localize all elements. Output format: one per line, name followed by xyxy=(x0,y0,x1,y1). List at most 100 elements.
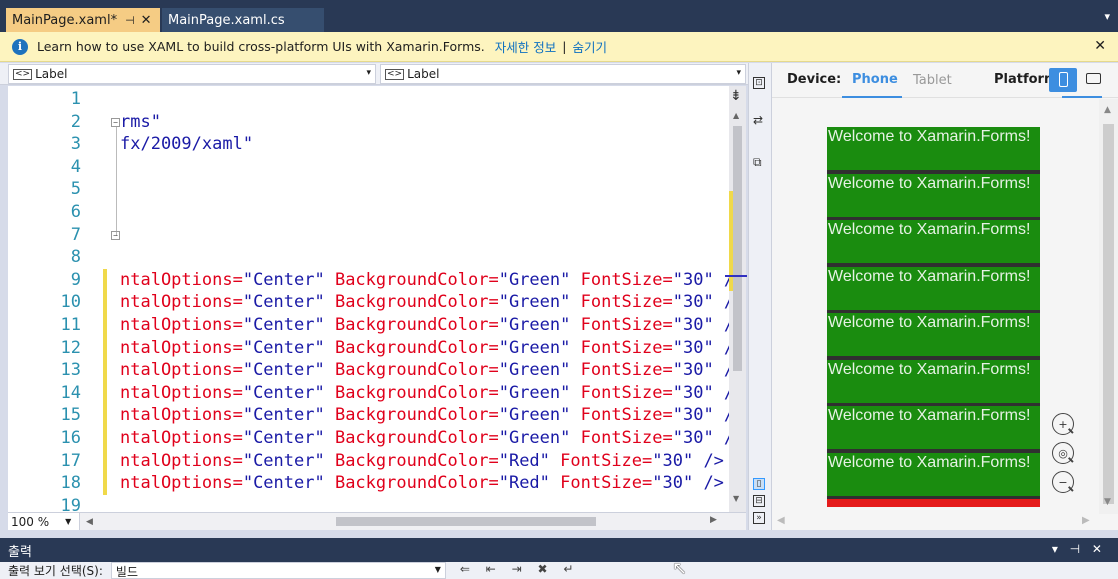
code-line[interactable]: 1 xyxy=(8,88,729,111)
pin-icon[interactable]: ⊣ xyxy=(125,14,135,27)
xaml-attribute: ntalOptions= xyxy=(120,428,243,448)
close-icon[interactable]: ✕ xyxy=(1094,38,1106,54)
chevron-down-icon: ▾ xyxy=(366,68,371,78)
learn-more-link[interactable]: 자세한 정보 xyxy=(495,37,556,56)
xaml-value: "30" /> xyxy=(652,473,724,494)
xaml-attribute: BackgroundColor= xyxy=(334,360,499,381)
close-icon[interactable]: ✕ xyxy=(141,13,152,28)
xaml-attribute: BackgroundColor= xyxy=(334,428,499,448)
scroll-right-icon[interactable]: ▶ xyxy=(1082,515,1090,526)
code-text: ntalOptions="Center" BackgroundColor="Re… xyxy=(120,450,724,473)
code-line[interactable]: 6 xyxy=(8,201,729,224)
code-line[interactable]: 8 xyxy=(8,246,729,269)
device-tab-phone[interactable]: Phone xyxy=(852,72,898,87)
xaml-attribute: FontSize= xyxy=(560,473,653,494)
vertical-split-icon[interactable]: ▯ xyxy=(753,478,765,490)
scroll-down-icon[interactable]: ▼ xyxy=(733,494,739,503)
code-editor[interactable]: 1 2− rms" 3 fx/2009/xaml" 4 5 6 7−8 9 ntalOptions=… xyxy=(8,86,729,512)
code-line[interactable]: 3 fx/2009/xaml" xyxy=(8,133,729,156)
code-line[interactable]: 7− xyxy=(8,224,729,247)
device-tab-tablet[interactable]: Tablet xyxy=(913,73,952,88)
preview-label: Welcome to Xamarin.Forms! xyxy=(827,127,1040,171)
xaml-value: "30" /> xyxy=(652,450,724,471)
android-platform-button[interactable] xyxy=(1049,68,1077,92)
line-number: 12 xyxy=(60,337,81,358)
scrollbar-thumb[interactable] xyxy=(1103,124,1114,504)
output-source-dropdown[interactable]: 빌드 ▼ xyxy=(110,562,446,579)
device-label: Device: xyxy=(787,72,842,87)
code-line[interactable]: 4 xyxy=(8,156,729,179)
phone-tab-underline xyxy=(842,96,902,98)
output-toolbar: 출력 보기 선택(S): 빌드 ▼ ⇐ ⇤ ⇥ ✖ ↵ xyxy=(0,562,1118,579)
xaml-attribute: FontSize= xyxy=(580,269,673,290)
line-number: 11 xyxy=(60,315,81,335)
code-line[interactable]: 10 ntalOptions="Center" BackgroundColor="… xyxy=(8,291,729,314)
scroll-right-icon[interactable]: ▶ xyxy=(710,515,717,525)
xaml-attribute: ntalOptions= xyxy=(120,315,243,335)
xaml-value: "Center" xyxy=(242,337,335,358)
code-line[interactable]: 9 ntalOptions="Center" BackgroundColor="G… xyxy=(8,268,729,292)
chevron-down-icon: ▾ xyxy=(736,68,741,78)
ios-platform-icon[interactable] xyxy=(1086,73,1101,84)
xaml-attribute: ntalOptions= xyxy=(120,382,243,403)
scroll-left-icon[interactable]: ◀ xyxy=(777,515,785,526)
design-view-icon[interactable]: ⊡ xyxy=(753,77,765,89)
xaml-attribute: FontSize= xyxy=(580,292,673,313)
phone-icon xyxy=(1059,72,1068,87)
line-number: 7 xyxy=(70,224,81,245)
code-line[interactable]: 5 xyxy=(8,178,729,201)
collapse-pane-icon[interactable]: ⧉ xyxy=(753,155,762,170)
chevron-down-icon: ▼ xyxy=(434,565,441,574)
code-line[interactable]: 2 − rms" xyxy=(8,111,729,134)
editor-vertical-scrollbar[interactable]: ⇟ ▲ ▼ xyxy=(725,86,747,512)
type-scope-dropdown[interactable]: <> Label ▾ xyxy=(8,64,376,84)
tab-mainpage-xaml[interactable]: MainPage.xaml* ⊣ ✕ xyxy=(6,8,160,32)
xaml-value: "Green" xyxy=(498,382,581,403)
line-number: 8 xyxy=(70,247,81,268)
expand-pane-icon[interactable]: » xyxy=(753,512,765,524)
zoom-out-icon[interactable]: − xyxy=(1052,471,1074,493)
code-line[interactable]: 13 ntalOptions="Center" BackgroundColor="… xyxy=(8,359,729,382)
zoom-in-icon[interactable]: + xyxy=(1052,413,1074,435)
output-tool-icons[interactable]: ⇐ ⇤ ⇥ ✖ ↵ xyxy=(460,562,580,576)
line-number: 1 xyxy=(70,89,81,109)
member-scope-dropdown[interactable]: <> Label ▾ xyxy=(380,64,746,84)
previewer-horizontal-scrollbar[interactable]: ◀ ▶ xyxy=(772,514,1099,530)
code-line[interactable]: 17 ntalOptions="Center" BackgroundColor="… xyxy=(8,449,729,473)
scrollbar-thumb[interactable] xyxy=(733,126,742,371)
code-line[interactable]: 15 ntalOptions="Center" BackgroundColor="… xyxy=(8,404,729,427)
code-line[interactable]: 19 xyxy=(8,495,729,512)
change-indicator xyxy=(103,336,107,360)
scroll-down-icon[interactable]: ▼ xyxy=(1104,497,1111,507)
line-number: 19 xyxy=(60,495,81,512)
previewer-vertical-scrollbar[interactable]: ▲ ▼ xyxy=(1099,99,1118,514)
info-icon: i xyxy=(12,38,28,55)
tab-list-dropdown-icon[interactable]: ▾ xyxy=(1104,10,1110,23)
code-line[interactable]: 16 ntalOptions="Center" BackgroundColor="… xyxy=(8,427,729,450)
scroll-left-icon[interactable]: ◀ xyxy=(86,517,93,527)
fold-toggle-icon[interactable]: − xyxy=(111,230,120,240)
code-line[interactable]: 12 ntalOptions="Center" BackgroundColor="… xyxy=(8,336,729,360)
panel-controls[interactable]: ▾ ⊣ ✕ xyxy=(1052,542,1106,556)
preview-label: Welcome to Xamarin.Forms! xyxy=(827,173,1040,217)
xaml-attribute: BackgroundColor= xyxy=(334,315,499,335)
code-line[interactable]: 18 ntalOptions="Center" BackgroundColor="… xyxy=(8,472,729,495)
split-icon[interactable]: ⇟ xyxy=(730,88,742,104)
horizontal-split-icon[interactable]: ⊟ xyxy=(753,495,765,507)
fold-toggle-icon[interactable]: − xyxy=(111,117,120,127)
tab-mainpage-xaml-cs[interactable]: MainPage.xaml.cs xyxy=(162,8,324,32)
code-line[interactable]: 11 ntalOptions="Center" BackgroundColor="… xyxy=(8,314,729,337)
scroll-up-icon[interactable]: ▲ xyxy=(1104,105,1111,115)
xaml-attribute: ntalOptions= xyxy=(120,269,243,290)
code-text: fx/2009/xaml" xyxy=(120,133,253,156)
zoom-fit-icon[interactable]: ◎ xyxy=(1052,442,1074,464)
zoom-dropdown[interactable]: 100 % ▼ xyxy=(8,513,80,530)
hide-link[interactable]: 숨기기 xyxy=(572,37,607,56)
xaml-value: "Center" xyxy=(242,405,335,426)
zoom-controls: + ◎ − xyxy=(1052,413,1074,500)
swap-panes-icon[interactable]: ⇄ xyxy=(753,113,763,127)
xaml-attribute: BackgroundColor= xyxy=(334,337,499,358)
code-line[interactable]: 14 ntalOptions="Center" BackgroundColor="… xyxy=(8,381,729,405)
horizontal-scrollbar-thumb[interactable] xyxy=(336,517,596,526)
scroll-up-icon[interactable]: ▲ xyxy=(733,111,739,120)
